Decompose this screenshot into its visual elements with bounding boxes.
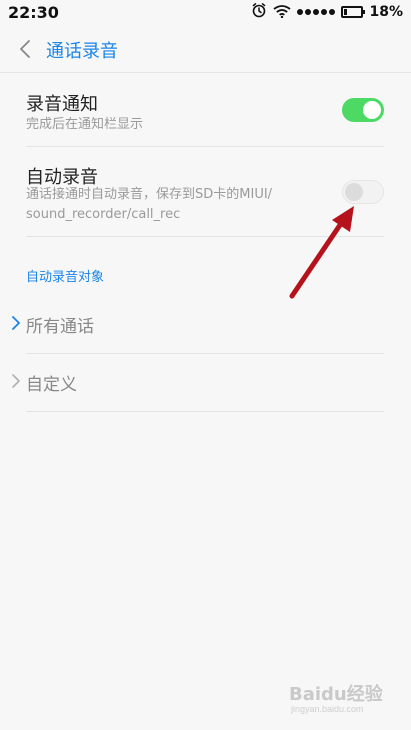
status-time: 22:30	[8, 3, 59, 22]
toggle-knob	[345, 183, 363, 201]
page-title: 通话录音	[46, 41, 118, 62]
battery-icon	[341, 6, 366, 18]
watermark-text: Baidu经验	[289, 684, 383, 705]
chevron-left-icon	[20, 40, 30, 58]
battery-level-fill	[344, 9, 348, 15]
option-label: 所有通话	[26, 317, 94, 337]
chevron-right-icon	[12, 316, 20, 330]
record-notification-toggle[interactable]	[342, 98, 384, 122]
watermark-url: jingyan.baidu.com	[291, 704, 364, 714]
option-custom[interactable]: 自定义	[12, 354, 384, 412]
toggle-knob	[363, 101, 381, 119]
section-header-auto-record-target: 自动录音对象	[26, 270, 105, 285]
option-all-calls[interactable]: 所有通话	[12, 296, 384, 354]
setting-subtitle: 完成后在通知栏显示	[26, 117, 144, 132]
annotation-arrow-icon	[289, 206, 354, 299]
setting-title: 录音通知	[26, 94, 98, 115]
alarm-icon	[251, 2, 267, 22]
chevron-right-icon	[12, 374, 20, 388]
setting-subtitle-line1: 通话接通时自动录音，保存到SD卡的MIUI/	[26, 187, 273, 202]
status-bar: 22:30 18%	[0, 0, 411, 26]
signal-strength-icon	[297, 9, 336, 15]
battery-percent: 18%	[369, 4, 403, 20]
status-icons: 18%	[251, 2, 403, 22]
header-bar: 通话录音	[0, 26, 411, 73]
option-label: 自定义	[26, 375, 77, 395]
back-button[interactable]	[14, 38, 36, 60]
setting-record-notification[interactable]: 录音通知 完成后在通知栏显示	[26, 90, 384, 147]
baidu-jingyan-watermark: Baidu经验 jingyan.baidu.com	[289, 678, 401, 718]
setting-subtitle-line2: sound_recorder/call_rec	[26, 207, 181, 222]
wifi-icon	[273, 3, 292, 22]
